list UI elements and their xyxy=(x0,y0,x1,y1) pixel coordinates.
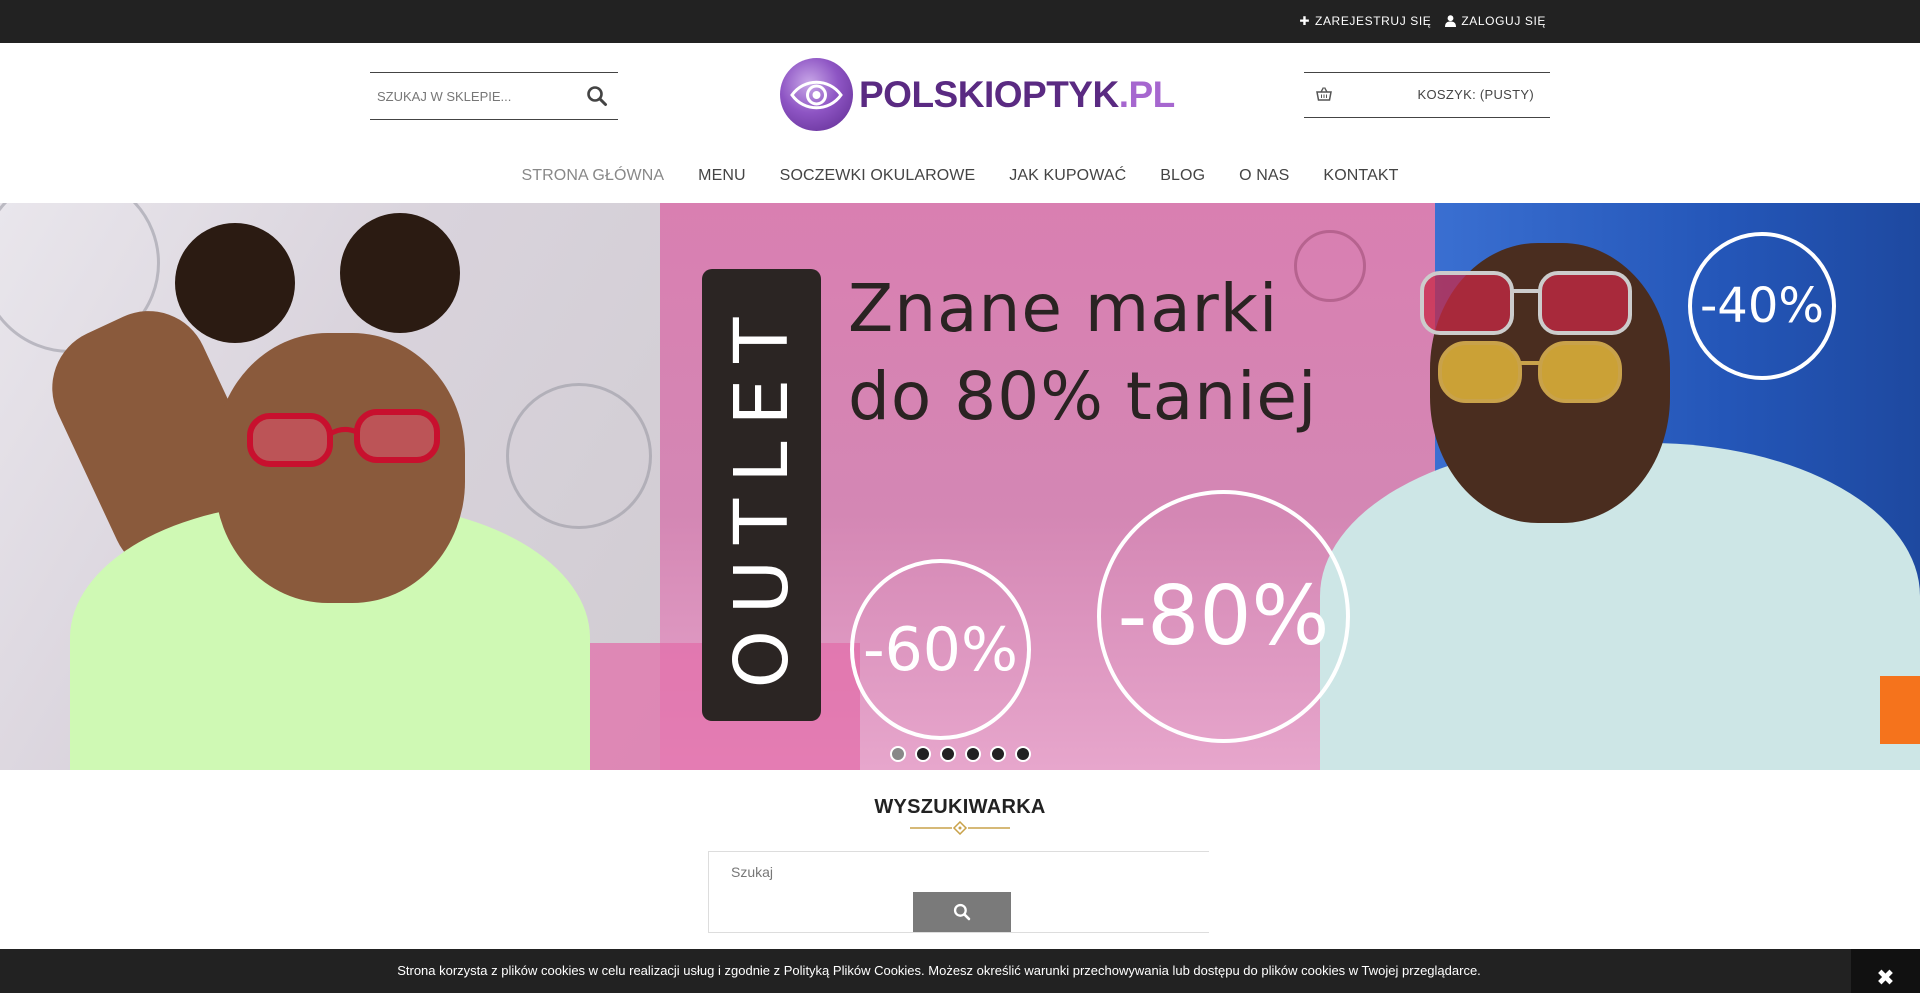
cookie-text: Strona korzysta z plików cookies w celu … xyxy=(397,963,1481,978)
model-left-hair xyxy=(175,223,295,343)
basket-icon xyxy=(1316,87,1332,101)
logo-text: POLSKIOPTYK.PL xyxy=(859,74,1175,116)
nav-item-home[interactable]: STRONA GŁÓWNA xyxy=(505,167,682,185)
nav-item-blog[interactable]: BLOG xyxy=(1143,167,1222,185)
nav-item-menu[interactable]: MENU xyxy=(681,167,763,185)
search-icon xyxy=(953,903,971,921)
login-label: ZALOGUJ SIĘ xyxy=(1461,14,1546,28)
nav-item-about[interactable]: O NAS xyxy=(1222,167,1306,185)
red-glasses-image xyxy=(247,409,440,467)
slider-dot[interactable] xyxy=(965,746,981,762)
product-search-box xyxy=(708,851,1209,933)
search-input[interactable] xyxy=(370,88,570,104)
site-logo[interactable]: POLSKIOPTYK.PL xyxy=(780,58,1175,131)
decor-ring xyxy=(506,383,652,529)
hero-headline-line1: Znane marki xyxy=(848,270,1279,347)
double-glasses-image xyxy=(1420,271,1632,403)
side-feedback-tab[interactable] xyxy=(1880,676,1920,744)
hero-headline: Znane marki do 80% taniej xyxy=(848,265,1317,441)
discount-badge-80: -80% xyxy=(1097,490,1350,743)
product-search-input[interactable] xyxy=(731,864,1131,880)
logo-tld: .PL xyxy=(1118,73,1176,115)
logo-main: POLSKIOPTYK xyxy=(859,73,1119,115)
hero-headline-line2: do 80% taniej xyxy=(848,358,1318,435)
plus-icon: ✚ xyxy=(1299,14,1311,28)
top-bar: ✚ ZAREJESTRUJ SIĘ ZALOGUJ SIĘ xyxy=(0,0,1920,43)
header-search xyxy=(370,72,618,120)
login-link[interactable]: ZALOGUJ SIĘ xyxy=(1445,14,1546,28)
discount-badge-40: -40% xyxy=(1688,232,1836,380)
cookie-bar: Strona korzysta z plików cookies w celu … xyxy=(0,949,1920,993)
slider-dot[interactable] xyxy=(940,746,956,762)
nav-item-how-to-buy[interactable]: JAK KUPOWAĆ xyxy=(992,167,1143,185)
search-icon[interactable] xyxy=(586,85,608,107)
register-link[interactable]: ✚ ZAREJESTRUJ SIĘ xyxy=(1299,14,1431,28)
model-left-face xyxy=(215,333,465,603)
ornament-divider-icon xyxy=(910,821,1010,835)
nav-item-contact[interactable]: KONTAKT xyxy=(1306,167,1415,185)
cart-button[interactable]: KOSZYK: (PUSTY) xyxy=(1304,72,1550,118)
slider-pagination xyxy=(890,746,1031,762)
eye-logo-icon xyxy=(780,58,853,131)
slider-dot[interactable] xyxy=(1015,746,1031,762)
user-icon xyxy=(1445,15,1457,27)
slider-dot[interactable] xyxy=(990,746,1006,762)
nav-item-lenses[interactable]: SOCZEWKI OKULAROWE xyxy=(763,167,993,185)
close-icon[interactable]: ✖ xyxy=(1851,949,1920,993)
discount-badge-60: -60% xyxy=(850,559,1031,740)
search-section-title: WYSZUKIWARKA xyxy=(874,796,1046,818)
slider-dot[interactable] xyxy=(915,746,931,762)
main-nav: STRONA GŁÓWNA MENU SOCZEWKI OKULAROWE JA… xyxy=(0,167,1920,185)
account-links: ✚ ZAREJESTRUJ SIĘ ZALOGUJ SIĘ xyxy=(1299,14,1546,28)
product-search-button[interactable] xyxy=(913,892,1011,932)
cart-label: KOSZYK: (PUSTY) xyxy=(1417,87,1534,102)
slider-dot[interactable] xyxy=(890,746,906,762)
hero-slider[interactable]: OUTLET Znane marki do 80% taniej -60% -8… xyxy=(0,203,1920,770)
register-label: ZAREJESTRUJ SIĘ xyxy=(1315,14,1432,28)
model-left-hair xyxy=(340,213,460,333)
outlet-label: OUTLET xyxy=(719,301,805,689)
